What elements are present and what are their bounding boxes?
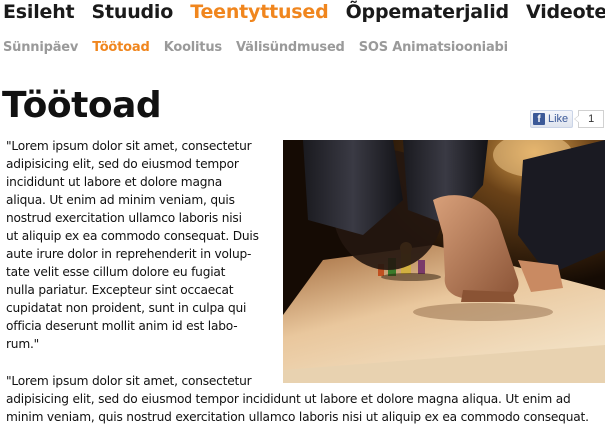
facebook-like-widget: f Like 1 bbox=[530, 110, 605, 128]
subnav-item-koolitus[interactable]: Koolitus bbox=[164, 40, 222, 55]
workshop-photo bbox=[283, 140, 605, 383]
article-paragraph-1: "Lorem ipsum dolor sit amet, consectetur… bbox=[6, 137, 278, 353]
facebook-like-label: Like bbox=[548, 113, 569, 125]
subnav-item-tootoad[interactable]: Töötoad bbox=[92, 40, 150, 55]
paragraph-line: aute irure dolor in reprehenderit in vol… bbox=[6, 247, 252, 261]
paragraph-line: tate velit esse cillum dolore eu fugiat bbox=[6, 265, 226, 279]
page-title: Töötoad bbox=[2, 85, 162, 126]
subnav-item-sunnipaev[interactable]: Sünnipäev bbox=[3, 40, 78, 55]
paragraph-line: adipisicing elit, sed do eiusmod tempor … bbox=[6, 392, 571, 406]
facebook-f-icon: f bbox=[533, 113, 545, 125]
facebook-like-button[interactable]: f Like bbox=[530, 110, 574, 128]
article-paragraph-2: "Lorem ipsum dolor sit amet, consectetur… bbox=[6, 372, 605, 426]
paragraph-line: incididunt ut labore et dolore magna bbox=[6, 175, 223, 189]
nav-item-oppematerjalid[interactable]: Õppematerjalid bbox=[346, 1, 510, 23]
nav-item-stuudio[interactable]: Stuudio bbox=[92, 1, 174, 23]
nav-item-videoteek[interactable]: Videoteek bbox=[526, 1, 605, 23]
nav-item-esileht[interactable]: Esileht bbox=[3, 1, 75, 23]
paragraph-line: officia deserunt mollit anim id est labo… bbox=[6, 319, 238, 333]
main-navigation: Esileht Stuudio Teentyttused Õppematerja… bbox=[3, 1, 605, 23]
paragraph-line: "Lorem ipsum dolor sit amet, consectetur bbox=[6, 139, 252, 153]
paragraph-line: nostrud exercitation ullamco laboris nis… bbox=[6, 211, 242, 225]
paragraph-line: ut aliquip ex ea commodo consequat. Duis bbox=[6, 229, 259, 243]
workshop-photo-image bbox=[283, 140, 605, 383]
paragraph-line: adipisicing elit, sed do eiusmod tempor bbox=[6, 157, 239, 171]
subnav-item-sos-animatsiooniabi[interactable]: SOS Animatsiooniabi bbox=[359, 40, 508, 55]
paragraph-line: aliqua. Ut enim ad minim veniam, quis bbox=[6, 193, 235, 207]
subnav-item-valisundmused[interactable]: Välisündmused bbox=[236, 40, 345, 55]
paragraph-line: nulla pariatur. Excepteur sint occaecat bbox=[6, 283, 234, 297]
paragraph-line: cupidatat non proident, sunt in culpa qu… bbox=[6, 301, 247, 315]
sub-navigation: Sünnipäev Töötoad Koolitus Välisündmused… bbox=[3, 36, 517, 55]
paragraph-line: rum." bbox=[6, 337, 40, 351]
nav-item-teentyttused[interactable]: Teentyttused bbox=[190, 1, 328, 23]
facebook-like-count: 1 bbox=[574, 110, 605, 128]
paragraph-line: "Lorem ipsum dolor sit amet, consectetur bbox=[6, 374, 252, 388]
paragraph-line: minim veniam, quis nostrud exercitation … bbox=[6, 410, 589, 424]
